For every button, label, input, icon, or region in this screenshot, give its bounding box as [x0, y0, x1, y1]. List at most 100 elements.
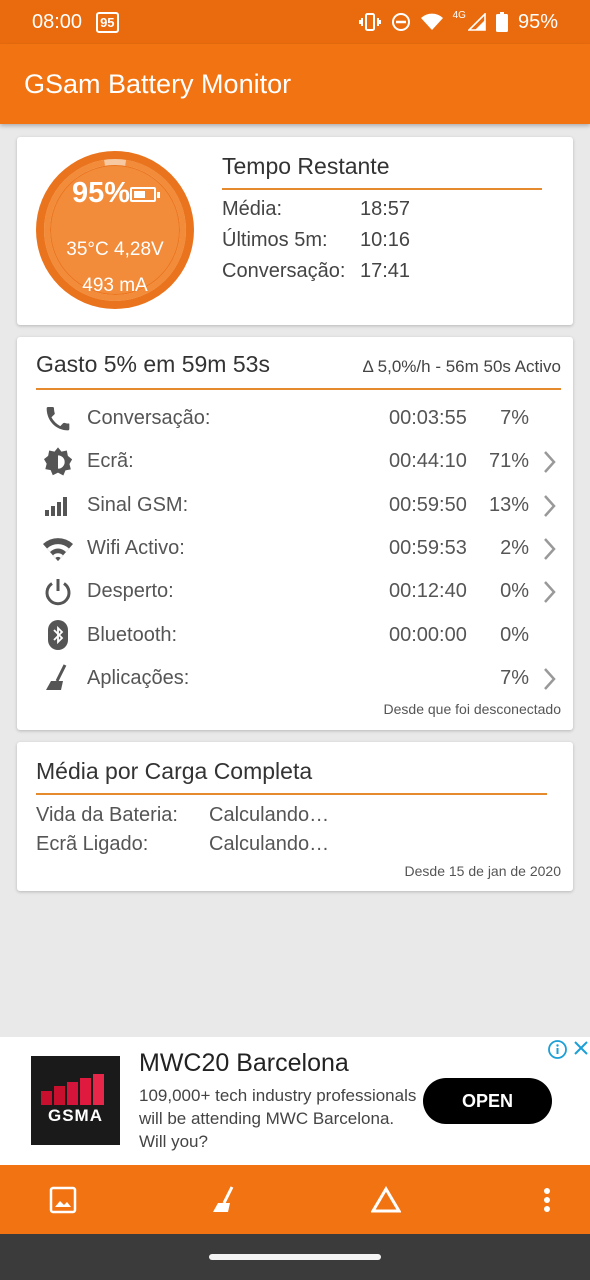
ad-choices[interactable] [548, 1040, 589, 1059]
usage-row-awake[interactable]: Desperto: 00:12:40 0% [39, 570, 559, 613]
broom-icon [39, 659, 77, 697]
usage-time: 00:12:40 [389, 580, 467, 603]
usage-row-conversation[interactable]: Conversação: 00:03:55 7% [39, 397, 559, 440]
full-charge-value: Calculando… [209, 804, 330, 826]
usage-row-screen[interactable]: Ecrã: 00:44:10 71% [39, 440, 559, 483]
wifi-icon [39, 530, 77, 568]
usage-time: 00:03:55 [389, 407, 467, 430]
remaining-row: Últimos 5m: 10:16 [222, 229, 542, 252]
remaining-label: Média: [222, 198, 283, 220]
full-charge-title: Média por Carga Completa [36, 758, 547, 795]
usage-label: Desperto: [87, 580, 174, 603]
app-bar: GSam Battery Monitor [0, 44, 590, 124]
vibrate-icon [358, 13, 381, 31]
wifi-status-icon [420, 13, 443, 31]
dnd-icon [391, 12, 411, 32]
usage-footer: Desde que foi desconectado [383, 701, 561, 717]
usage-title: Gasto 5% em 59m 53s [36, 351, 270, 377]
usage-time: 00:59:53 [389, 537, 467, 560]
screen-brightness-icon [39, 443, 77, 481]
ad-title[interactable]: MWC20 Barcelona [139, 1049, 349, 1078]
app-title: GSam Battery Monitor [24, 68, 292, 99]
usage-label: Sinal GSM: [87, 493, 189, 516]
close-icon[interactable] [573, 1040, 589, 1056]
remaining-value: 17:41 [360, 260, 411, 282]
ad-description: 109,000+ tech industry professionals wil… [139, 1086, 417, 1151]
image-button[interactable] [48, 1185, 78, 1215]
more-options-button[interactable] [532, 1185, 562, 1215]
usage-row-bluetooth[interactable]: Bluetooth: 00:00:00 0% [39, 613, 559, 656]
remaining-value: 18:57 [360, 198, 411, 220]
temperature-voltage: 35°C 4,28V [66, 239, 164, 260]
current-draw: 493 mA [82, 275, 148, 296]
network-type: 4G [452, 9, 466, 21]
notification-badge: 95 [96, 11, 119, 33]
usage-row-gsm-signal[interactable]: Sinal GSM: 00:59:50 13% [39, 484, 559, 527]
chevron-right-icon[interactable] [541, 667, 557, 691]
battery-status-text: 95% [517, 10, 558, 33]
full-charge-value: Calculando… [209, 833, 330, 855]
chevron-right-icon[interactable] [541, 494, 557, 518]
gsma-logo-text: GSMA [48, 1106, 103, 1125]
remaining-label: Conversação: [222, 260, 346, 282]
chevron-right-icon[interactable] [541, 450, 557, 474]
full-charge-card: Média por Carga Completa Vida da Bateria… [17, 742, 573, 891]
triangle-icon [371, 1186, 401, 1213]
status-bar: 08:00 95 4G 95% [0, 0, 590, 44]
battery-percent: 95% [71, 177, 131, 209]
usage-card: Gasto 5% em 59m 53s Δ 5,0%/h - 56m 50s A… [17, 337, 573, 730]
usage-row-apps[interactable]: Aplicações: 7% [39, 657, 559, 700]
battery-summary-card[interactable]: 95% 35°C 4,28V 493 mA Tempo Restante Méd… [17, 137, 573, 325]
image-icon [49, 1186, 77, 1214]
delta-button[interactable] [371, 1185, 401, 1215]
usage-time: 00:44:10 [389, 450, 467, 473]
full-charge-row: Vida da Bateria: Calculando… [36, 804, 329, 827]
cleanup-button[interactable] [209, 1185, 239, 1215]
home-gesture-handle[interactable] [209, 1254, 381, 1260]
gsma-logo: GSMA [31, 1056, 120, 1145]
usage-label: Wifi Activo: [87, 537, 185, 560]
full-charge-footer: Desde 15 de jan de 2020 [404, 863, 561, 879]
full-charge-row: Ecrã Ligado: Calculando… [36, 833, 329, 856]
chevron-right-icon[interactable] [541, 537, 557, 561]
usage-percent: 7% [500, 407, 529, 430]
gsma-bars-graphic [41, 1074, 104, 1105]
usage-label: Conversação: [87, 407, 211, 430]
ad-banner[interactable]: GSMA MWC20 Barcelona 109,000+ tech indus… [0, 1037, 590, 1165]
system-nav-bar [0, 1234, 590, 1280]
gauge-readout: 95% 35°C 4,28V 493 mA [36, 151, 194, 309]
usage-label: Aplicações: [87, 666, 190, 689]
usage-row-wifi[interactable]: Wifi Activo: 00:59:53 2% [39, 527, 559, 570]
remaining-value: 10:16 [360, 229, 411, 251]
full-charge-label: Ecrã Ligado: [36, 833, 149, 855]
status-icons: 4G 95% [358, 9, 558, 34]
usage-header: Gasto 5% em 59m 53s Δ 5,0%/h - 56m 50s A… [36, 351, 561, 390]
usage-time: 00:59:50 [389, 493, 467, 516]
battery-charging-icon [130, 187, 160, 202]
ad-open-button[interactable]: OPEN [423, 1078, 552, 1124]
usage-rate: Δ 5,0%/h - 56m 50s Activo [362, 357, 561, 376]
usage-label: Ecrã: [87, 450, 134, 473]
bottom-bar [0, 1165, 590, 1234]
full-charge-label: Vida da Bateria: [36, 804, 178, 826]
chevron-right-icon[interactable] [541, 580, 557, 604]
usage-percent: 71% [488, 450, 529, 473]
time-remaining: Tempo Restante Média: 18:57 Últimos 5m: … [222, 153, 542, 283]
usage-percent: 13% [488, 493, 529, 516]
remaining-row: Conversação: 17:41 [222, 260, 542, 283]
phone-icon [39, 400, 77, 438]
usage-percent: 0% [500, 580, 529, 603]
info-icon[interactable] [548, 1040, 567, 1059]
bluetooth-icon [39, 616, 77, 654]
usage-percent: 2% [500, 537, 529, 560]
time-remaining-title: Tempo Restante [222, 153, 542, 190]
power-icon [39, 573, 77, 611]
cell-signal-icon [467, 13, 486, 31]
usage-list: Conversação: 00:03:55 7% Ecrã: 00:44:10 … [39, 397, 559, 700]
status-time: 08:00 [32, 10, 83, 33]
usage-label: Bluetooth: [87, 623, 178, 646]
more-vert-icon [544, 1188, 550, 1212]
remaining-label: Últimos 5m: [222, 229, 328, 251]
broom-icon [213, 1186, 234, 1212]
usage-time: 00:00:00 [389, 623, 467, 646]
